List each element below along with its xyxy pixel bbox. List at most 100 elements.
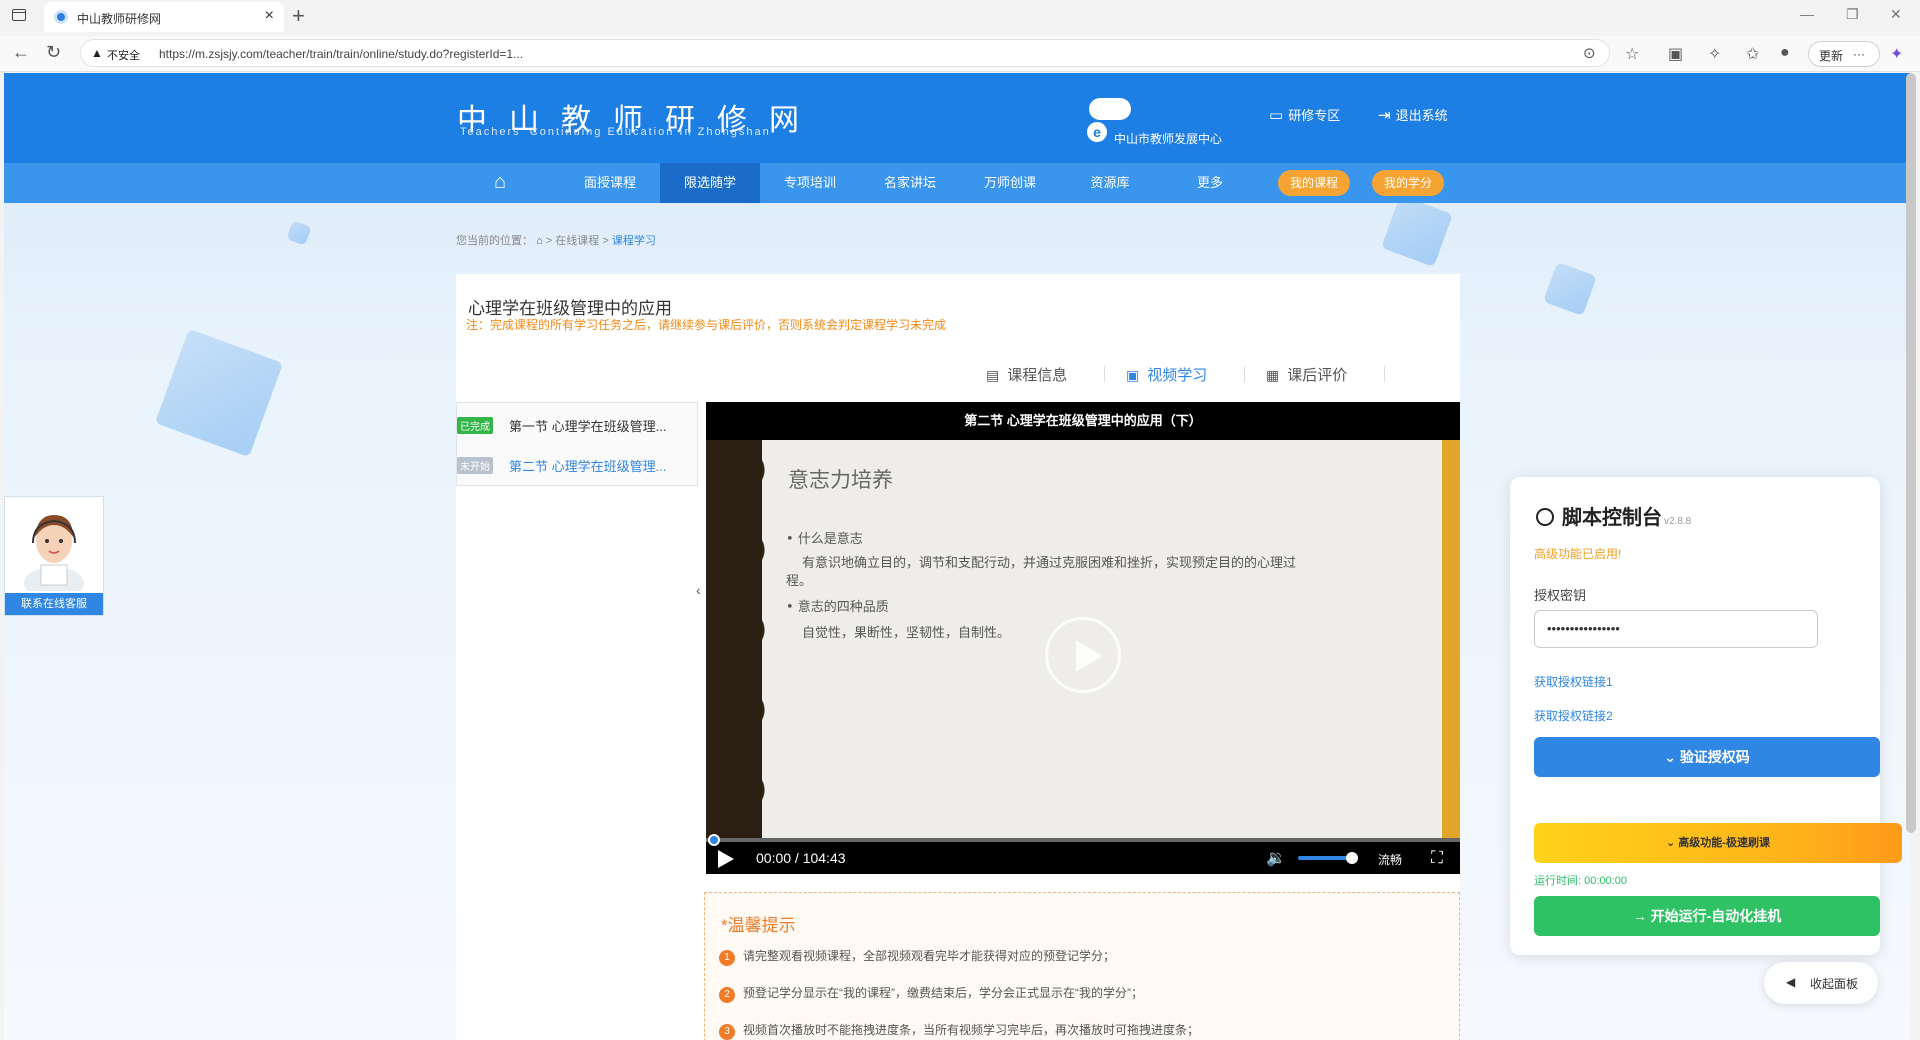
video-player[interactable]: 第二节 心理学在班级管理中的应用（下） 意志力培养 • 什么是意志 有意识地确立… [706,402,1460,874]
nav-item[interactable]: 专项培训 [760,163,860,203]
verify-auth-button[interactable]: ⌄ 验证授权码 [1534,737,1880,777]
chapter-list: 已完成 第一节 心理学在班级管理... 未开始 第二节 心理学在班级管理... [456,402,698,486]
fullscreen-icon[interactable]: ⛶ [1431,848,1443,868]
home-icon[interactable]: ⌂ [494,171,506,194]
favorites-icon[interactable]: ✩ [1746,44,1759,64]
browser-tab[interactable]: 中山教师研修网 × [44,2,284,32]
chapter-status-badge: 已完成 [457,417,493,434]
tab-evaluation[interactable]: ▦ 课后评价 [1266,364,1347,385]
nav-item[interactable]: 万师创课 [960,163,1060,203]
video-frame[interactable]: 意志力培养 • 什么是意志 有意识地确立目的，调节和支配行动，并通过克服困难和挫… [706,440,1460,838]
book-icon: ▤ [986,367,1000,383]
player-controls: 00:00 / 104:43 🔉 流畅 ⛶ [706,842,1460,874]
run-button-label: 开始运行-自动化挂机 [1650,908,1782,924]
breadcrumb-separator: > [545,235,553,247]
user-avatar[interactable]: e [1087,98,1131,142]
collapse-panel-button[interactable]: ◀ 收起面板 [1764,962,1878,1004]
slide-line: • 意志的四种品质 [786,600,889,615]
extensions-puzzle-icon[interactable]: ✧ [1708,44,1721,64]
collapse-sidebar-icon[interactable]: ‹ [696,582,701,598]
auth-key-input[interactable]: •••••••••••••••• [1534,610,1818,648]
volume-handle[interactable] [1346,852,1358,864]
nav-item[interactable]: 资源库 [1060,163,1160,203]
browser-tabbar: 中山教师研修网 × + — ❐ ✕ [0,0,1920,32]
collapse-label: 收起面板 [1810,977,1859,991]
my-courses-button[interactable]: 我的课程 [1278,170,1351,196]
tip-item: 2 预登记学分显示在“我的课程”，缴费结束后，学分会正式显示在“我的学分”； [719,984,1143,1003]
advanced-speed-button[interactable]: ⌄ 高级功能-极速刷课 [1534,823,1902,863]
reader-mode-icon[interactable]: ⊙ [1583,44,1596,62]
breadcrumb-current: 课程学习 [611,235,656,247]
chapter-item-current[interactable]: 未开始 第二节 心理学在班级管理... [457,445,697,483]
tip-item: 3 视频首次播放时不能拖拽进度条，当所有视频学习完毕后，再次播放时可拖拽进度条； [719,1021,1199,1040]
volume-icon[interactable]: 🔉 [1266,848,1286,868]
breadcrumb-item[interactable]: 在线课程 [555,235,599,247]
play-icon[interactable] [718,850,734,868]
update-button[interactable]: 更新 ··· [1808,41,1880,67]
page-scrollbar[interactable] [1906,73,1916,833]
slide-decor [706,440,778,838]
extension-icon[interactable]: ▣ [1668,44,1683,64]
copilot-icon[interactable]: ✦ [1890,44,1903,64]
nav-item[interactable]: 面授课程 [560,163,660,203]
online-service-widget[interactable]: 联系在线客服 [4,496,104,616]
start-run-button[interactable]: → 开始运行-自动化挂机 [1534,896,1880,936]
caret-left-icon: ◀ [1786,975,1796,989]
center-name: 中山市教师发展中心 [1114,132,1223,146]
my-credits-button[interactable]: 我的学分 [1372,170,1445,196]
decor-cube [154,328,284,458]
tab-course-info[interactable]: ▤ 课程信息 [986,364,1067,385]
calendar-icon: ▦ [1266,367,1280,383]
course-note: 注：完成课程的所有学习任务之后，请继续参与课后评价，否则系统会判定课程学习未完成 [466,318,947,332]
panel-title: 脚本控制台 v2.8.8 [1536,501,1691,530]
refresh-icon[interactable]: ↻ [46,42,61,63]
favorite-star-icon[interactable]: ☆ [1625,44,1639,64]
big-play-icon[interactable] [1045,617,1121,693]
chapter-item[interactable]: 已完成 第一节 心理学在班级管理... [457,405,697,443]
tip-text: 请完整观看视频课程，全部视频观看完毕才能获得对应的预登记学分； [743,949,1116,963]
quality-selector[interactable]: 流畅 [1378,851,1402,868]
restore-icon[interactable]: ❐ [1846,6,1859,23]
minimize-icon[interactable]: — [1800,6,1814,22]
tip-item: 1 请完整观看视频课程，全部视频观看完毕才能获得对应的预登记学分； [719,947,1115,966]
panel-title-text: 脚本控制台 [1562,507,1662,529]
research-zone-link[interactable]: ▭ 研修专区 [1269,105,1340,124]
profile-avatar-icon[interactable]: ● [1780,44,1790,62]
breadcrumb-prefix: 您当前的位置： [456,235,533,247]
close-window-icon[interactable]: ✕ [1890,6,1902,23]
warning-icon: ▲ [91,46,103,60]
breadcrumb-home-icon[interactable]: ⌂ [536,235,543,247]
tips-title: *温馨提示 [721,916,796,935]
close-tab-icon[interactable]: × [265,7,274,25]
service-agent-avatar [24,515,84,591]
url-field[interactable]: ▲ 不安全 https://m.zsjsjy.com/teacher/train… [80,39,1610,67]
chapter-status-badge: 未开始 [457,457,493,474]
url-text[interactable]: https://m.zsjsjy.com/teacher/train/train… [159,47,523,61]
slide-line: 程。 [786,574,813,589]
logout-link[interactable]: ⇥ 退出系统 [1378,105,1448,124]
tab-video-learning[interactable]: ▣ 视频学习 [1126,364,1207,385]
nav-item[interactable]: 更多 [1160,163,1260,203]
tab-actions-icon[interactable] [12,9,26,21]
nav-item[interactable]: 名家讲坛 [860,163,960,203]
verify-button-label: 验证授权码 [1679,749,1750,765]
new-tab-button[interactable]: + [292,3,305,29]
insecure-label[interactable]: 不安全 [107,47,140,63]
chapter-name: 第一节 心理学在班级管理... [509,419,667,434]
address-bar: ← ↻ ▲ 不安全 https://m.zsjsjy.com/teacher/t… [0,36,1920,72]
tab-label: 课程信息 [1007,367,1068,384]
main-nav: ⌂ 面授课程 限选随学 专项培训 名家讲坛 万师创课 资源库 更多 我的课程 我… [4,163,1910,203]
decor-cube [286,220,312,246]
site-favicon-icon [54,10,68,24]
auth-link-1[interactable]: 获取授权链接1 [1534,673,1613,690]
nav-item-active[interactable]: 限选随学 [660,163,760,203]
volume-slider[interactable] [1298,856,1350,860]
tab-divider [1244,366,1245,382]
panel-version: v2.8.8 [1664,516,1692,527]
auth-link-2[interactable]: 获取授权链接2 [1534,707,1613,724]
back-icon[interactable]: ← [12,42,30,63]
tab-divider [1104,366,1105,382]
more-menu-icon[interactable]: ··· [1853,47,1865,61]
update-label: 更新 [1819,49,1844,63]
video-icon: ▣ [1126,367,1140,383]
